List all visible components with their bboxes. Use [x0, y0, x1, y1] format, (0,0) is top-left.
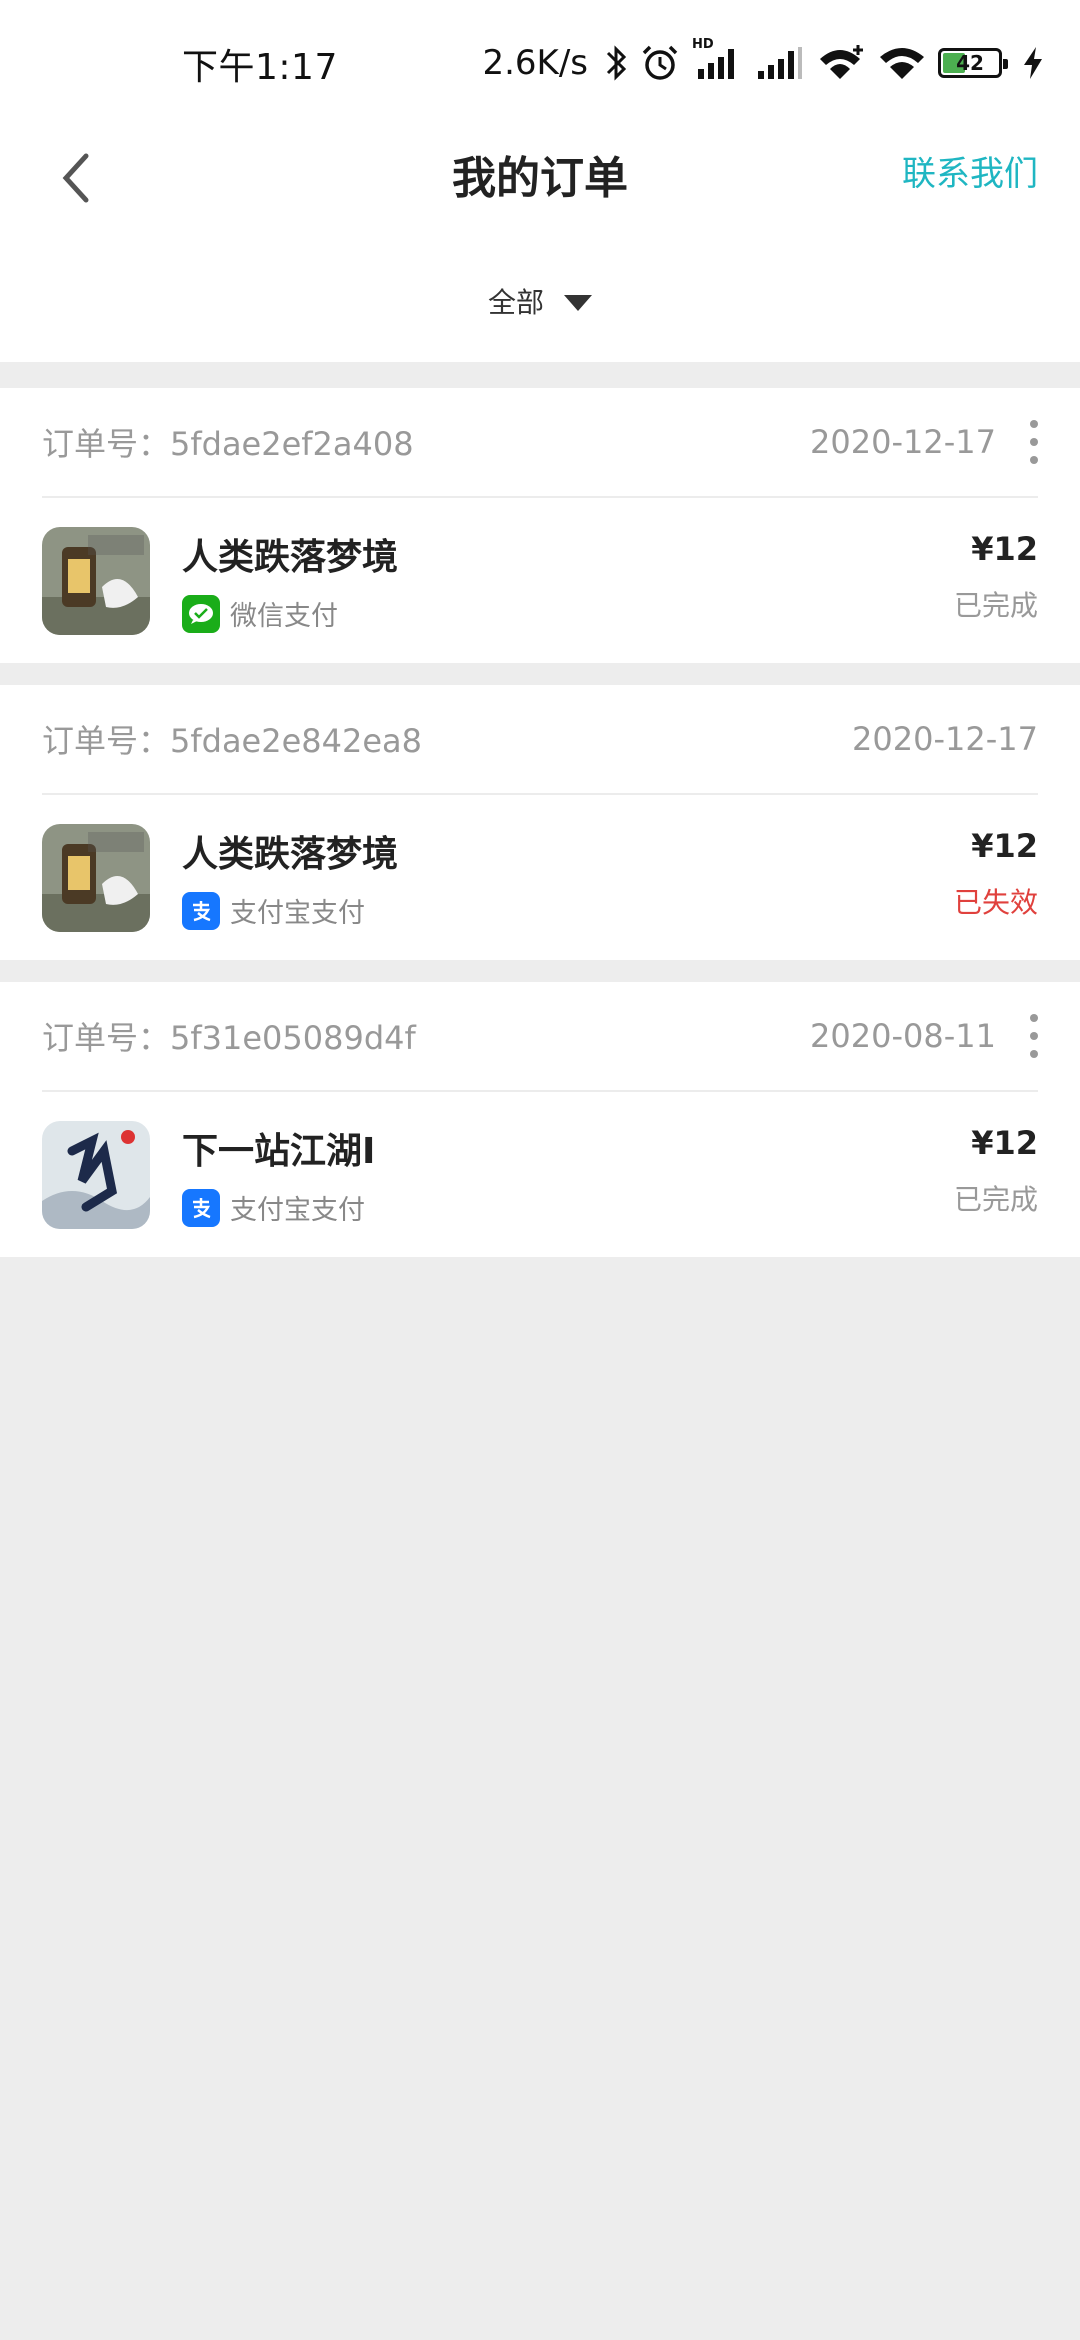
payment-method: 支付宝支付 — [182, 891, 398, 930]
payment-method: 支付宝支付 — [182, 1188, 375, 1227]
order-date: 2020-12-17 — [852, 720, 1038, 758]
game-thumbnail-next-stop-jianghu — [42, 1120, 150, 1229]
game-name: 人类跌落梦境 — [182, 834, 399, 875]
filter-label: 全部 — [487, 286, 544, 319]
game-name: 人类跌落梦境 — [182, 537, 399, 578]
order-date: 2020-12-17 — [810, 423, 996, 461]
order-card[interactable]: 订单号：5fdae2ef2a408 2020-12-17 人类跌落梦境 微信支付… — [0, 388, 1080, 663]
alipay-icon — [182, 891, 220, 930]
order-card[interactable]: 订单号：5fdae2e842ea8 2020-12-17 人类跌落梦境 支付宝支… — [0, 685, 1080, 960]
hd-label: HD — [692, 37, 714, 52]
game-name: 下一站江湖Ⅰ — [182, 1131, 376, 1172]
net-speed: 2.6K/s — [482, 43, 588, 83]
order-body: 下一站江湖Ⅰ 支付宝支付 ¥12 已完成 — [42, 1092, 1038, 1257]
order-header: 订单号：5f31e05089d4f 2020-08-11 — [42, 982, 1038, 1092]
battery-level: 42 — [956, 51, 984, 75]
order-body: 人类跌落梦境 支付宝支付 ¥12 已失效 — [42, 795, 1038, 960]
contact-us-link[interactable]: 联系我们 — [902, 146, 1038, 195]
order-date: 2020-08-11 — [810, 1017, 996, 1055]
status-bar: 下午1:17 2.6K/s HD 42 — [0, 0, 1080, 120]
more-options-icon[interactable] — [1022, 420, 1038, 464]
payment-method-label: 支付宝支付 — [230, 1195, 365, 1226]
order-status: 已完成 — [953, 589, 1038, 622]
charging-icon — [1022, 45, 1044, 81]
order-price: ¥12 — [971, 530, 1038, 568]
app-header: 我的订单 联系我们 — [0, 120, 1080, 240]
alarm-icon — [640, 43, 680, 83]
more-options-icon[interactable] — [1022, 1014, 1038, 1058]
wifi-icon — [878, 43, 926, 83]
wechat-pay-icon — [182, 594, 220, 633]
payment-method-label: 支付宝支付 — [230, 898, 365, 929]
signal-hd-icon: HD — [692, 37, 742, 83]
game-thumbnail-human-fall-flat — [42, 823, 150, 932]
order-card[interactable]: 订单号：5f31e05089d4f 2020-08-11 下一站江湖Ⅰ 支付宝支… — [0, 982, 1080, 1257]
order-number: 订单号：5fdae2e842ea8 — [42, 722, 423, 760]
order-header: 订单号：5fdae2e842ea8 2020-12-17 — [42, 685, 1038, 795]
signal-icon — [754, 43, 804, 83]
order-status: 已完成 — [953, 1183, 1038, 1216]
order-status: 已失效 — [953, 886, 1038, 919]
battery-icon: 42 — [938, 48, 1008, 78]
bluetooth-icon — [604, 43, 628, 83]
wifi-plus-icon — [816, 43, 866, 83]
status-icons: 2.6K/s HD 42 — [482, 37, 1044, 88]
order-body: 人类跌落梦境 微信支付 ¥12 已完成 — [42, 498, 1038, 663]
alipay-icon — [182, 1188, 220, 1227]
order-number: 订单号：5fdae2ef2a408 — [42, 425, 414, 463]
order-price: ¥12 — [971, 827, 1038, 865]
game-thumbnail-human-fall-flat — [42, 526, 150, 635]
order-header: 订单号：5fdae2ef2a408 2020-12-17 — [42, 388, 1038, 498]
payment-method: 微信支付 — [182, 594, 398, 633]
order-number: 订单号：5f31e05089d4f — [42, 1019, 416, 1057]
order-price: ¥12 — [971, 1124, 1038, 1162]
payment-method-label: 微信支付 — [230, 601, 338, 632]
caret-down-icon — [564, 295, 592, 311]
status-time: 下午1:17 — [182, 47, 338, 88]
order-filter-dropdown[interactable]: 全部 — [0, 240, 1080, 362]
order-list: 订单号：5fdae2ef2a408 2020-12-17 人类跌落梦境 微信支付… — [0, 388, 1080, 1279]
